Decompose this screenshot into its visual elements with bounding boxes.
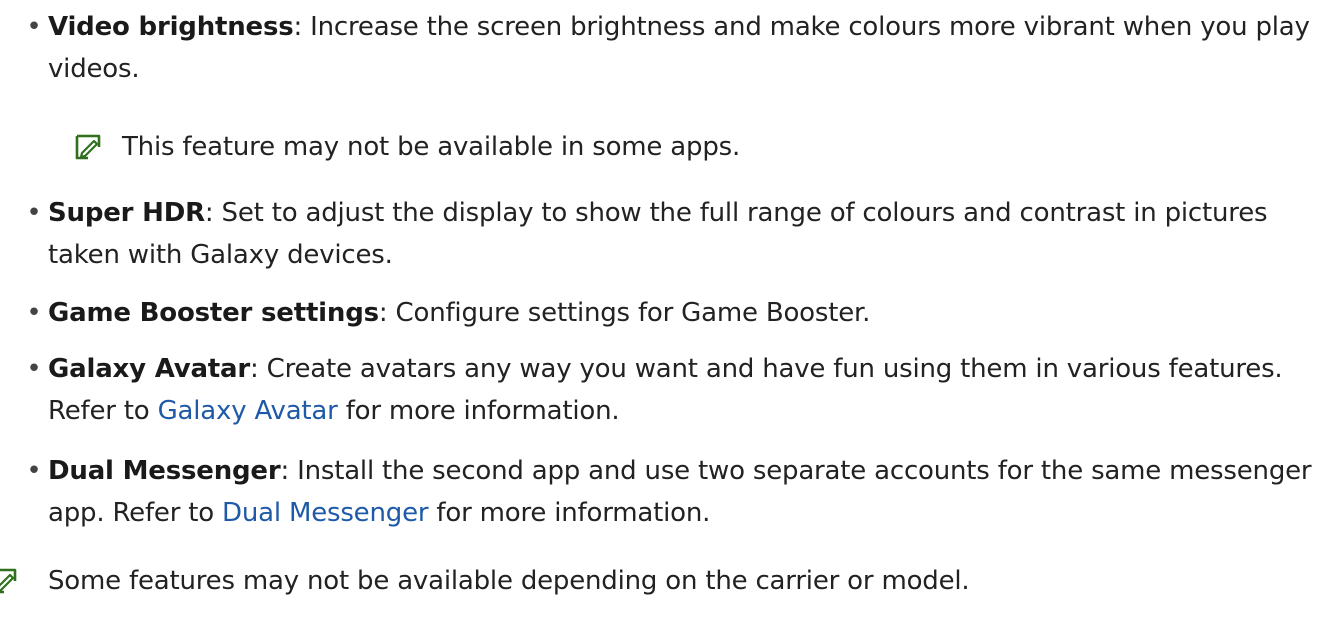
description-super-hdr: Set to adjust the display to show the fu…	[48, 198, 1268, 270]
manual-page: • Video brightness: Increase the screen …	[0, 0, 1344, 619]
note-outer: Some features may not be available depen…	[0, 560, 1344, 610]
list-item-game-booster-settings: • Game Booster settings: Configure setti…	[22, 292, 1332, 334]
list-item-video-brightness: • Video brightness: Increase the screen …	[22, 6, 1332, 90]
link-galaxy-avatar[interactable]: Galaxy Avatar	[158, 396, 338, 426]
link-dual-messenger[interactable]: Dual Messenger	[222, 498, 429, 528]
bullet: •	[26, 354, 42, 384]
bullet: •	[26, 12, 42, 42]
term-super-hdr: Super HDR	[48, 198, 205, 228]
term-separator: :	[293, 12, 303, 42]
term-separator: :	[250, 354, 259, 384]
list-item-text: Galaxy Avatar: Create avatars any way yo…	[48, 348, 1332, 432]
list-item-text: Video brightness: Increase the screen br…	[48, 6, 1332, 90]
bullet: •	[26, 198, 42, 228]
list-item-text: Game Booster settings: Configure setting…	[48, 292, 1332, 334]
bullet: •	[26, 298, 42, 328]
list-item-text: Dual Messenger: Install the second app a…	[48, 450, 1332, 534]
term-game-booster-settings: Game Booster settings	[48, 298, 379, 328]
note-text-inner: This feature may not be available in som…	[122, 132, 741, 162]
note-pencil-icon	[0, 568, 17, 594]
description-galaxy-avatar-after: for more information.	[337, 396, 620, 426]
term-dual-messenger: Dual Messenger	[48, 456, 281, 486]
description-game-booster-settings: Configure settings for Game Booster.	[387, 298, 871, 328]
bullet: •	[26, 456, 42, 486]
note-pencil-icon	[75, 134, 101, 160]
list-item-galaxy-avatar: • Galaxy Avatar: Create avatars any way …	[22, 348, 1332, 432]
list-item-text: Super HDR: Set to adjust the display to …	[48, 192, 1332, 276]
description-dual-messenger-after: for more information.	[428, 498, 711, 528]
list-item-dual-messenger: • Dual Messenger: Install the second app…	[22, 450, 1332, 534]
list-item-super-hdr: • Super HDR: Set to adjust the display t…	[22, 192, 1332, 276]
note-text-outer: Some features may not be available depen…	[48, 566, 970, 596]
term-galaxy-avatar: Galaxy Avatar	[48, 354, 250, 384]
term-video-brightness: Video brightness	[48, 12, 294, 42]
term-separator: :	[280, 456, 290, 486]
